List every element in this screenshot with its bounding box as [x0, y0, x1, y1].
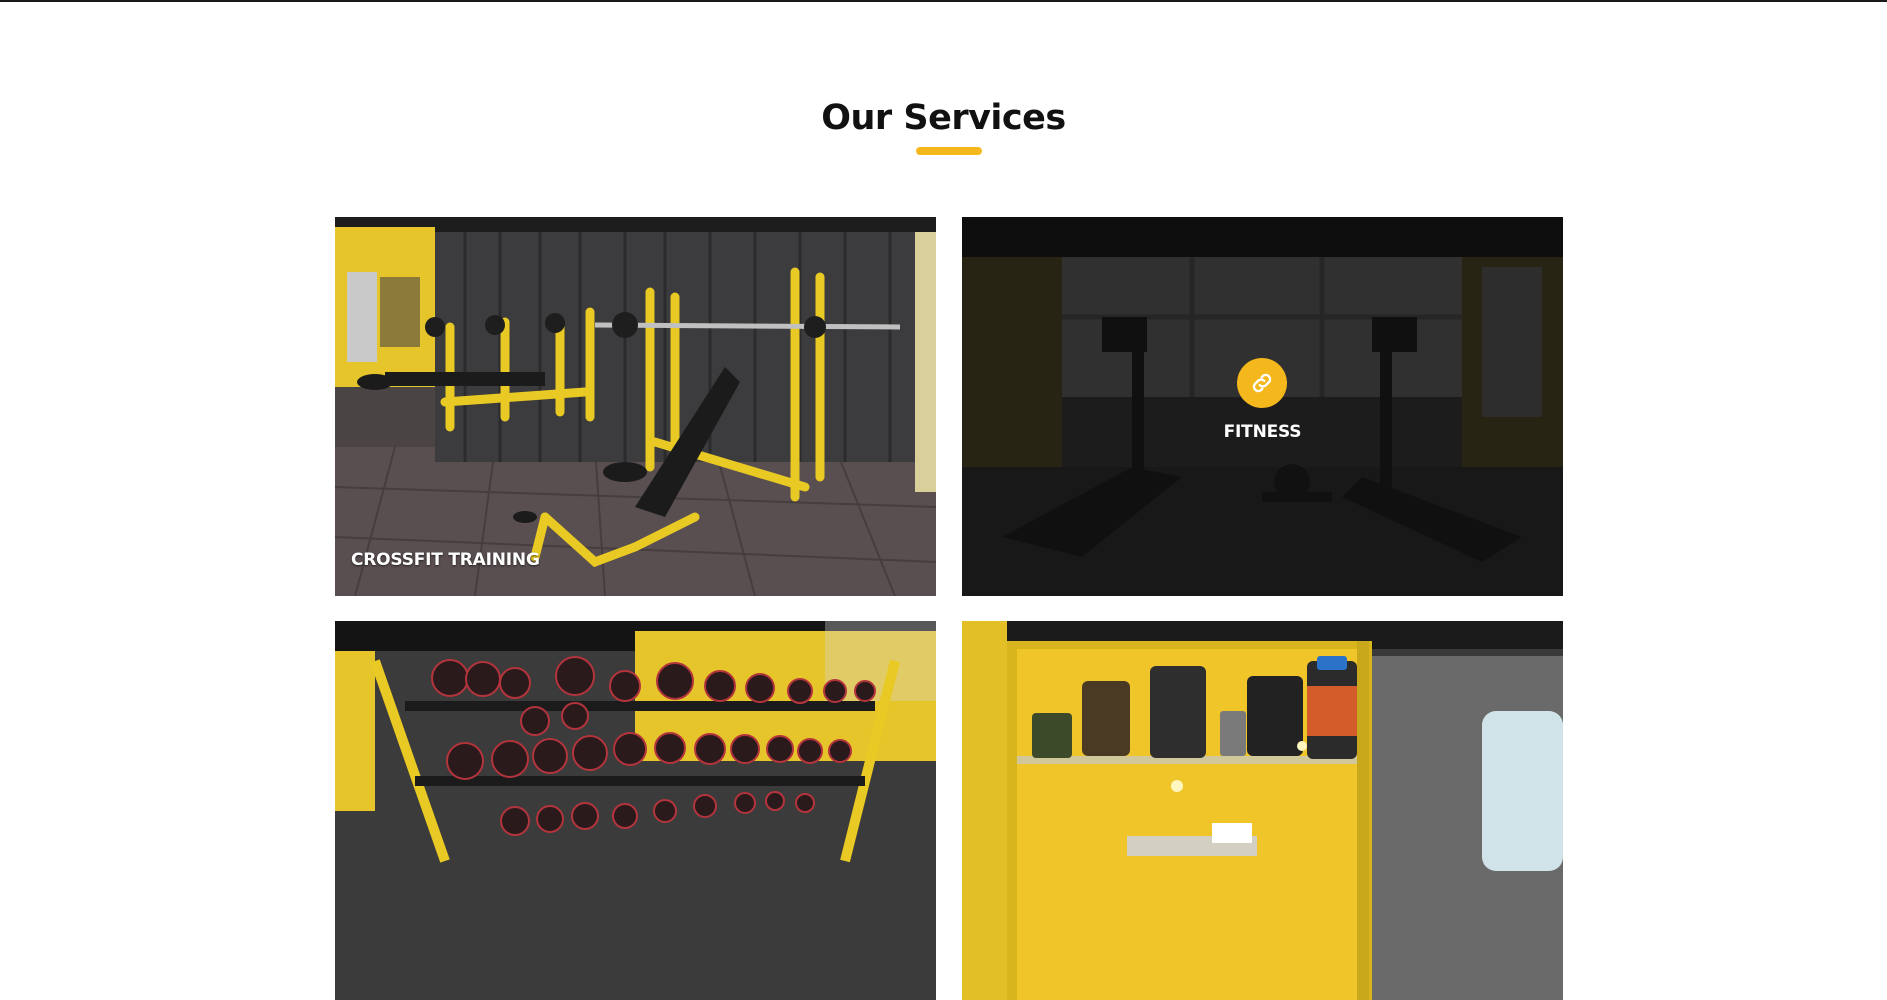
title-underline	[916, 147, 982, 155]
supplement-shelf-photo	[962, 621, 1563, 1000]
service-title: CROSSFIT TRAINING	[351, 550, 540, 570]
service-card-crossfit[interactable]: CROSSFIT TRAINING	[335, 217, 936, 596]
link-button[interactable]	[1237, 358, 1287, 408]
link-icon	[1252, 373, 1272, 393]
section-title: Our Services	[821, 98, 1066, 138]
top-border	[0, 0, 1887, 2]
bench-press-room-photo	[335, 217, 936, 596]
service-card-supplements[interactable]	[962, 621, 1563, 1000]
service-title: FITNESS	[1223, 422, 1302, 442]
dumbbell-rack-photo	[335, 621, 936, 1000]
service-card-dumbbells[interactable]	[335, 621, 936, 1000]
service-card-fitness[interactable]: FITNESS	[962, 217, 1563, 596]
